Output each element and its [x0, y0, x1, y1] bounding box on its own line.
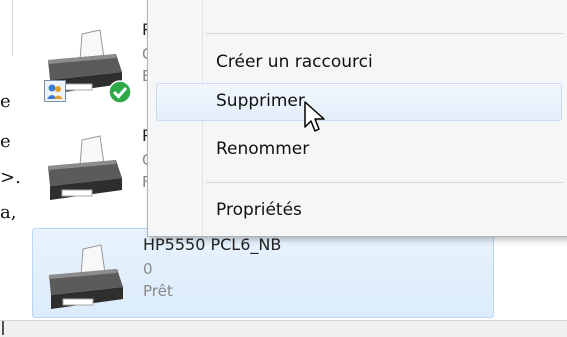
menu-item-label: Renommer	[216, 139, 310, 159]
document-fragment: e	[0, 131, 11, 152]
status-strip	[0, 320, 567, 337]
document-fragment: >.	[0, 167, 21, 188]
printer-icon	[49, 244, 123, 309]
document-fragment: a,	[0, 202, 17, 223]
menu-item-properties[interactable]: Propriétés	[156, 192, 560, 228]
menu-item-label: Créer un raccourci	[216, 52, 373, 72]
menu-item-rename[interactable]: Renommer	[156, 131, 560, 167]
context-menu: Créer un raccourci Supprimer Renommer Pr…	[147, 0, 567, 237]
status-strip-marker	[2, 321, 4, 335]
menu-separator	[206, 33, 564, 34]
menu-item-label: Supprimer	[216, 91, 305, 111]
printer-icon	[48, 135, 122, 200]
shared-users-icon	[44, 80, 66, 102]
left-divider	[12, 0, 13, 56]
mouse-cursor-icon	[304, 101, 325, 132]
document-fragment: e	[0, 91, 11, 112]
menu-separator	[206, 182, 564, 183]
printer-queue-count: 0	[143, 260, 153, 278]
default-check-icon	[108, 80, 132, 104]
menu-item-create-shortcut[interactable]: Créer un raccourci	[156, 44, 560, 80]
printer-item-selected[interactable]: HP5550 PCL6_NB 0 Prêt	[32, 228, 494, 318]
menu-item-delete[interactable]: Supprimer	[156, 83, 562, 121]
menu-item-label: Propriétés	[216, 200, 302, 220]
printer-name: HP5550 PCL6_NB	[143, 235, 282, 254]
printer-status: Prêt	[143, 282, 173, 300]
